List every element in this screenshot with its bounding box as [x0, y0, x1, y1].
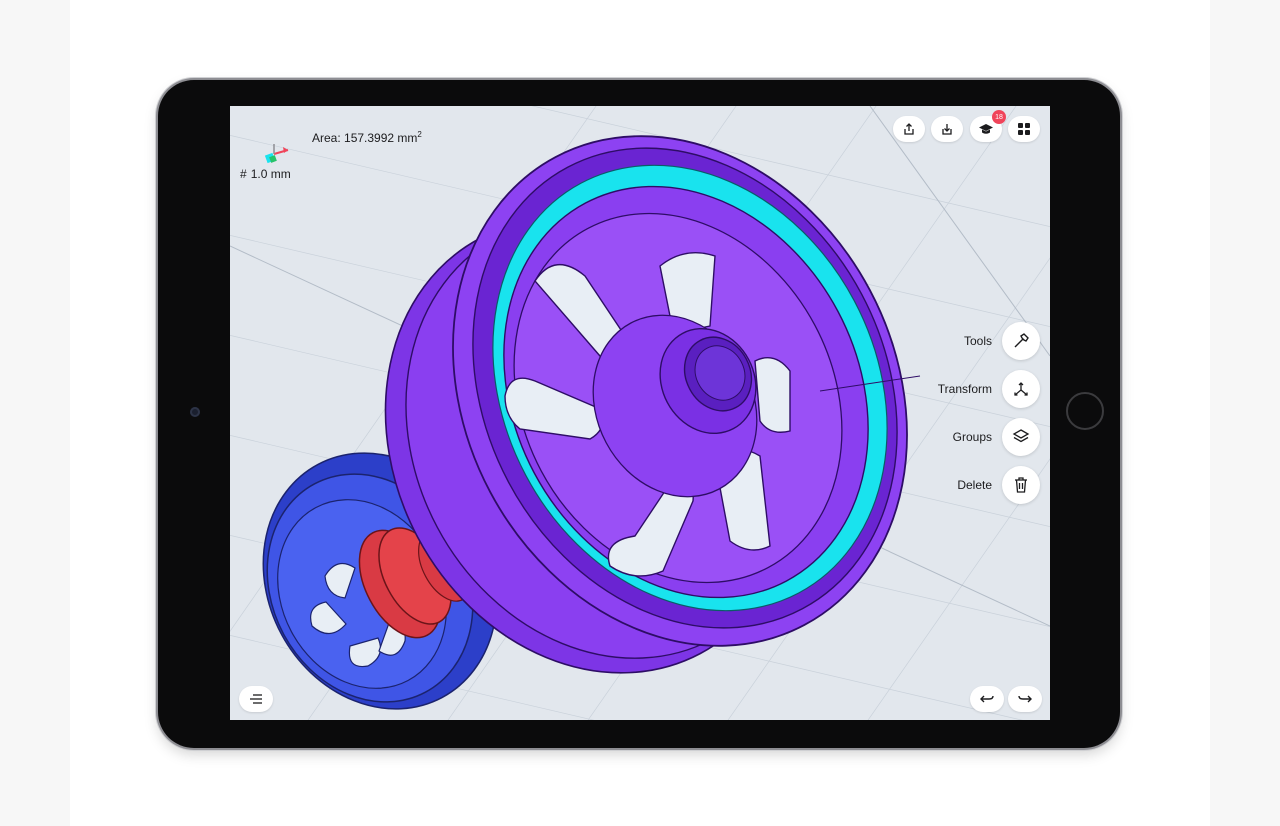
menu-item-tools[interactable]: Tools	[964, 322, 1040, 360]
share-up-icon	[904, 123, 914, 135]
grid-size-value: 1.0 mm	[250, 167, 291, 181]
delete-button[interactable]	[1002, 466, 1040, 504]
undo-icon	[980, 695, 994, 703]
app-screen: # 1.0 mm Area: 157.3992 mm2 18 Tools Tra…	[230, 106, 1050, 720]
front-camera	[190, 407, 200, 417]
menu-item-delete[interactable]: Delete	[957, 466, 1040, 504]
export-button[interactable]	[893, 116, 925, 142]
3d-viewport[interactable]	[230, 106, 1050, 720]
area-unit-sup: 2	[417, 130, 422, 139]
tools-button[interactable]	[1002, 322, 1040, 360]
groups-button[interactable]	[1002, 418, 1040, 456]
delete-label: Delete	[957, 478, 992, 492]
download-icon	[942, 124, 952, 135]
tools-label: Tools	[963, 334, 992, 348]
menu-item-transform[interactable]: Transform	[938, 370, 1040, 408]
groups-label: Groups	[952, 430, 992, 444]
learn-button[interactable]: 18	[970, 110, 1006, 142]
axis-gizmo-icon[interactable]	[262, 142, 290, 166]
grid-icon	[1018, 123, 1030, 135]
import-button[interactable]	[931, 116, 963, 142]
trash-icon	[1015, 477, 1027, 493]
list-menu-icon	[250, 694, 262, 704]
learn-badge: 18	[992, 110, 1006, 124]
area-readout: Area: 157.3992 mm2	[312, 130, 422, 145]
transform-button[interactable]	[1002, 370, 1040, 408]
layers-icon	[1012, 429, 1030, 443]
transform-label: Transform	[937, 382, 992, 396]
hammer-icon	[1014, 333, 1029, 348]
home-button[interactable]	[1066, 392, 1104, 430]
redo-icon	[1018, 695, 1032, 703]
grid-symbol: #	[240, 167, 247, 181]
menu-button[interactable]	[239, 686, 273, 712]
apps-button[interactable]	[1008, 116, 1040, 142]
grid-size-label: # 1.0 mm	[240, 167, 291, 181]
graduation-cap-icon	[979, 124, 993, 134]
undo-button[interactable]	[970, 686, 1004, 712]
transform-arrows-icon	[1014, 382, 1028, 396]
area-text: Area: 157.3992 mm	[312, 131, 418, 145]
redo-button[interactable]	[1008, 686, 1042, 712]
menu-item-groups[interactable]: Groups	[953, 418, 1040, 456]
